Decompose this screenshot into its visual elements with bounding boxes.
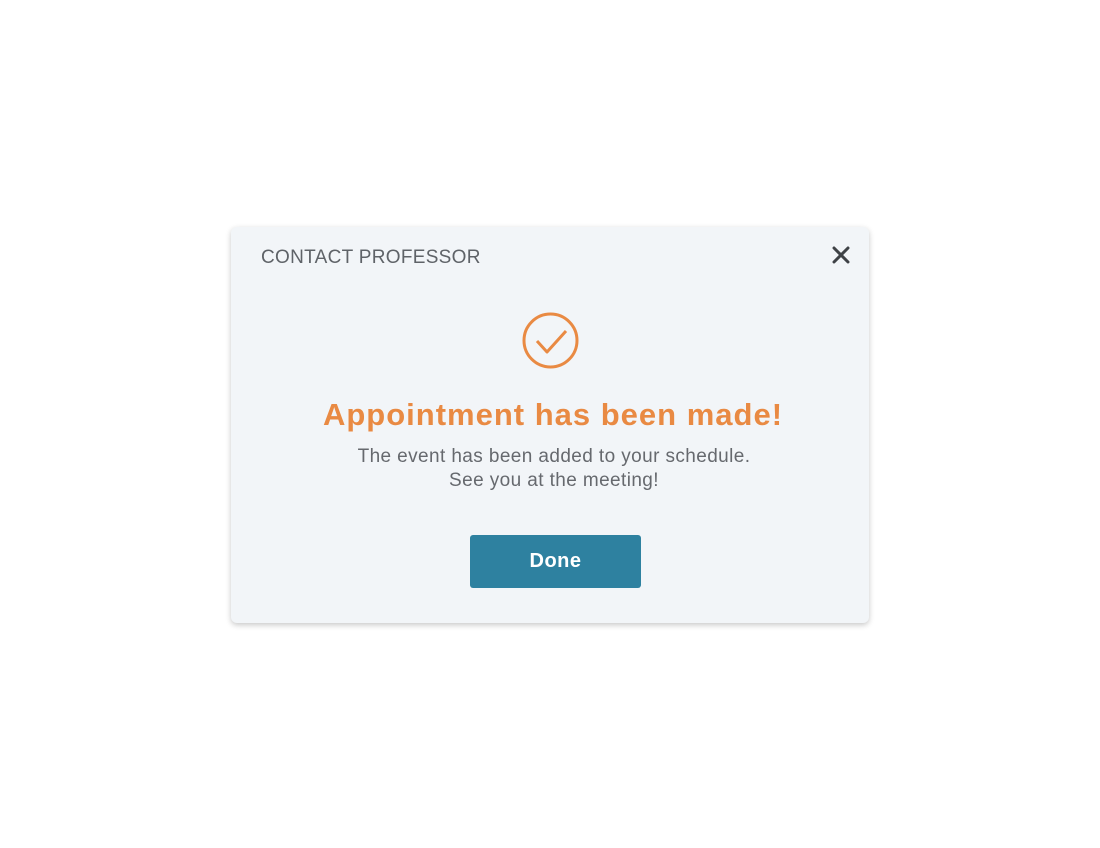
check-circle-icon bbox=[522, 312, 579, 369]
close-button[interactable] bbox=[829, 243, 853, 267]
message-line-1: The event has been added to your schedul… bbox=[357, 446, 751, 467]
appointment-confirmation-dialog: CONTACT PROFESSOR Appointment has been m… bbox=[231, 227, 869, 623]
close-icon bbox=[832, 246, 850, 264]
success-heading: Appointment has been made! bbox=[322, 397, 784, 432]
dialog-title: CONTACT PROFESSOR bbox=[261, 247, 481, 268]
done-button[interactable]: Done bbox=[470, 535, 641, 588]
message-line-2: See you at the meeting! bbox=[449, 470, 659, 491]
success-message: The event has been added to your schedul… bbox=[231, 445, 869, 493]
